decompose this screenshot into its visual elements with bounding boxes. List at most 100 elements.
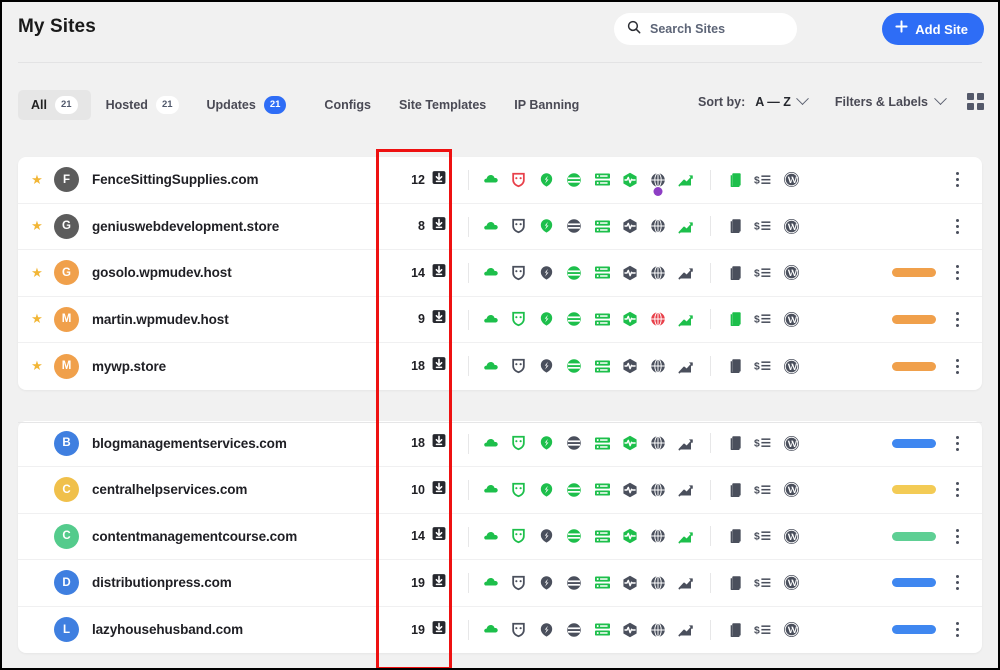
site-name-link[interactable]: gosolo.wpmudev.host [92,265,232,280]
row-more-menu-icon[interactable] [948,467,966,513]
updates-cell[interactable]: 18 [386,343,460,390]
cloud-icon[interactable] [476,203,504,249]
hummingbird-icon[interactable] [532,607,560,653]
uptime-icon[interactable] [616,560,644,606]
smush-icon[interactable] [560,421,588,467]
hosting-server-icon[interactable] [588,157,616,203]
updates-cell[interactable]: 9 [386,297,460,343]
billing-icon[interactable]: $ [749,250,777,296]
cloud-icon[interactable] [476,513,504,559]
favorite-star-icon[interactable]: ★ [24,218,50,234]
hosting-server-icon[interactable] [588,296,616,342]
billing-icon[interactable]: $ [749,343,777,389]
table-row[interactable]: ★Ccentralhelpservices.com 10 $ [18,467,982,514]
seo-globe-icon[interactable] [644,203,672,249]
defender-shield-icon[interactable] [504,343,532,389]
table-row[interactable]: ★Ddistributionpress.com 19 $ [18,560,982,607]
search-input[interactable]: Search Sites [614,13,797,45]
hosting-server-icon[interactable] [588,467,616,513]
favorite-star-icon[interactable]: ★ [24,311,50,327]
favorite-star-icon[interactable]: ★ [24,482,50,498]
updates-cell[interactable]: 18 [386,421,460,467]
filters-labels-button[interactable]: Filters & Labels [835,95,928,109]
site-label-tag[interactable] [892,485,936,495]
analytics-chart-icon[interactable] [672,513,700,559]
defender-shield-icon[interactable] [504,421,532,467]
hummingbird-icon[interactable] [532,157,560,203]
updates-cell[interactable]: 10 [386,467,460,513]
smush-icon[interactable] [560,467,588,513]
smush-icon[interactable] [560,296,588,342]
uptime-icon[interactable] [616,250,644,296]
site-name-link[interactable]: FenceSittingSupplies.com [92,172,258,187]
table-row[interactable]: ★Llazyhousehusband.com 19 $ [18,607,982,654]
updates-cell[interactable]: 14 [386,514,460,560]
chevron-down-icon[interactable] [934,92,947,106]
table-row[interactable]: ★Ccontentmanagementcourse.com 14 $ [18,513,982,560]
wordpress-icon[interactable] [777,203,805,249]
defender-shield-icon[interactable] [504,296,532,342]
hummingbird-icon[interactable] [532,250,560,296]
seo-globe-icon[interactable] [644,250,672,296]
blog-pages-icon[interactable] [721,296,749,342]
grid-view-icon[interactable] [967,93,984,110]
wordpress-icon[interactable] [777,343,805,389]
row-more-menu-icon[interactable] [948,343,966,390]
blog-pages-icon[interactable] [721,513,749,559]
favorite-star-icon[interactable]: ★ [24,528,50,544]
analytics-chart-icon[interactable] [672,296,700,342]
favorite-star-icon[interactable]: ★ [24,435,50,451]
seo-globe-icon[interactable] [644,513,672,559]
cloud-icon[interactable] [476,421,504,467]
site-label-tag[interactable] [892,531,936,541]
hummingbird-icon[interactable] [532,421,560,467]
favorite-star-icon[interactable]: ★ [24,575,50,591]
wordpress-icon[interactable] [777,607,805,653]
table-row[interactable]: ★ Ggeniuswebdevelopment.store 8 $ [18,203,982,250]
row-more-menu-icon[interactable] [948,250,966,296]
site-label-tag[interactable] [892,438,936,448]
seo-globe-icon[interactable] [644,421,672,467]
sort-by-value[interactable]: A — Z [755,95,791,109]
billing-icon[interactable]: $ [749,467,777,513]
analytics-chart-icon[interactable] [672,203,700,249]
analytics-chart-icon[interactable] [672,250,700,296]
blog-pages-icon[interactable] [721,467,749,513]
updates-cell[interactable]: 8 [386,204,460,250]
site-name-link[interactable]: centralhelpservices.com [92,482,247,497]
update-download-icon[interactable] [432,573,446,593]
cloud-icon[interactable] [476,343,504,389]
analytics-chart-icon[interactable] [672,560,700,606]
updates-cell[interactable]: 14 [386,250,460,296]
row-more-menu-icon[interactable] [948,514,966,560]
defender-shield-icon[interactable] [504,203,532,249]
uptime-icon[interactable] [616,421,644,467]
blog-pages-icon[interactable] [721,203,749,249]
uptime-icon[interactable] [616,513,644,559]
table-row[interactable]: ★ Mmartin.wpmudev.host 9 $ [18,296,982,343]
billing-icon[interactable]: $ [749,296,777,342]
site-name-link[interactable]: geniuswebdevelopment.store [92,219,279,234]
blog-pages-icon[interactable] [721,607,749,653]
hosting-server-icon[interactable] [588,560,616,606]
wordpress-icon[interactable] [777,421,805,467]
tab-hosted[interactable]: Hosted 21 [93,90,192,120]
smush-icon[interactable] [560,513,588,559]
tab-all[interactable]: All 21 [18,90,91,120]
defender-shield-icon[interactable] [504,560,532,606]
smush-icon[interactable] [560,560,588,606]
wordpress-icon[interactable] [777,250,805,296]
update-download-icon[interactable] [432,620,446,640]
billing-icon[interactable]: $ [749,607,777,653]
tab-configs[interactable]: Configs [311,92,384,118]
tab-site-templates[interactable]: Site Templates [386,92,499,118]
wordpress-icon[interactable] [777,157,805,203]
row-more-menu-icon[interactable] [948,421,966,467]
hummingbird-icon[interactable] [532,343,560,389]
site-label-tag[interactable] [892,578,936,588]
site-name-link[interactable]: lazyhousehusband.com [92,622,243,637]
seo-globe-icon[interactable] [644,296,672,342]
blog-pages-icon[interactable] [721,250,749,296]
update-download-icon[interactable] [432,356,446,376]
analytics-chart-icon[interactable] [672,467,700,513]
